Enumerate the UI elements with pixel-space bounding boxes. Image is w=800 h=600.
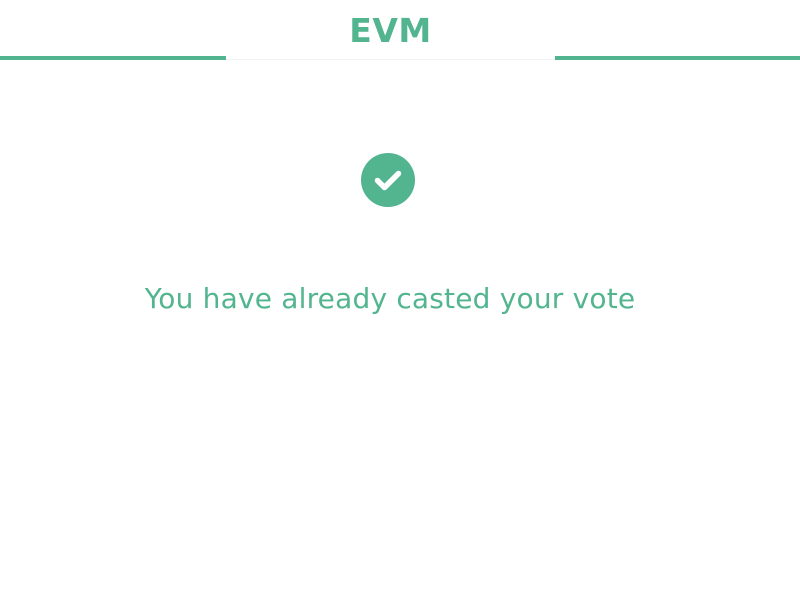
check-circle-icon xyxy=(361,153,415,207)
vote-status-page: EVM You have already casted your vote xyxy=(0,0,800,600)
header: EVM xyxy=(0,0,800,62)
brand-title: EVM xyxy=(349,11,432,50)
status-message: You have already casted your vote xyxy=(144,282,636,315)
header-rule-right xyxy=(555,56,800,60)
header-rule-left xyxy=(0,56,226,60)
header-rule-middle xyxy=(226,59,555,60)
